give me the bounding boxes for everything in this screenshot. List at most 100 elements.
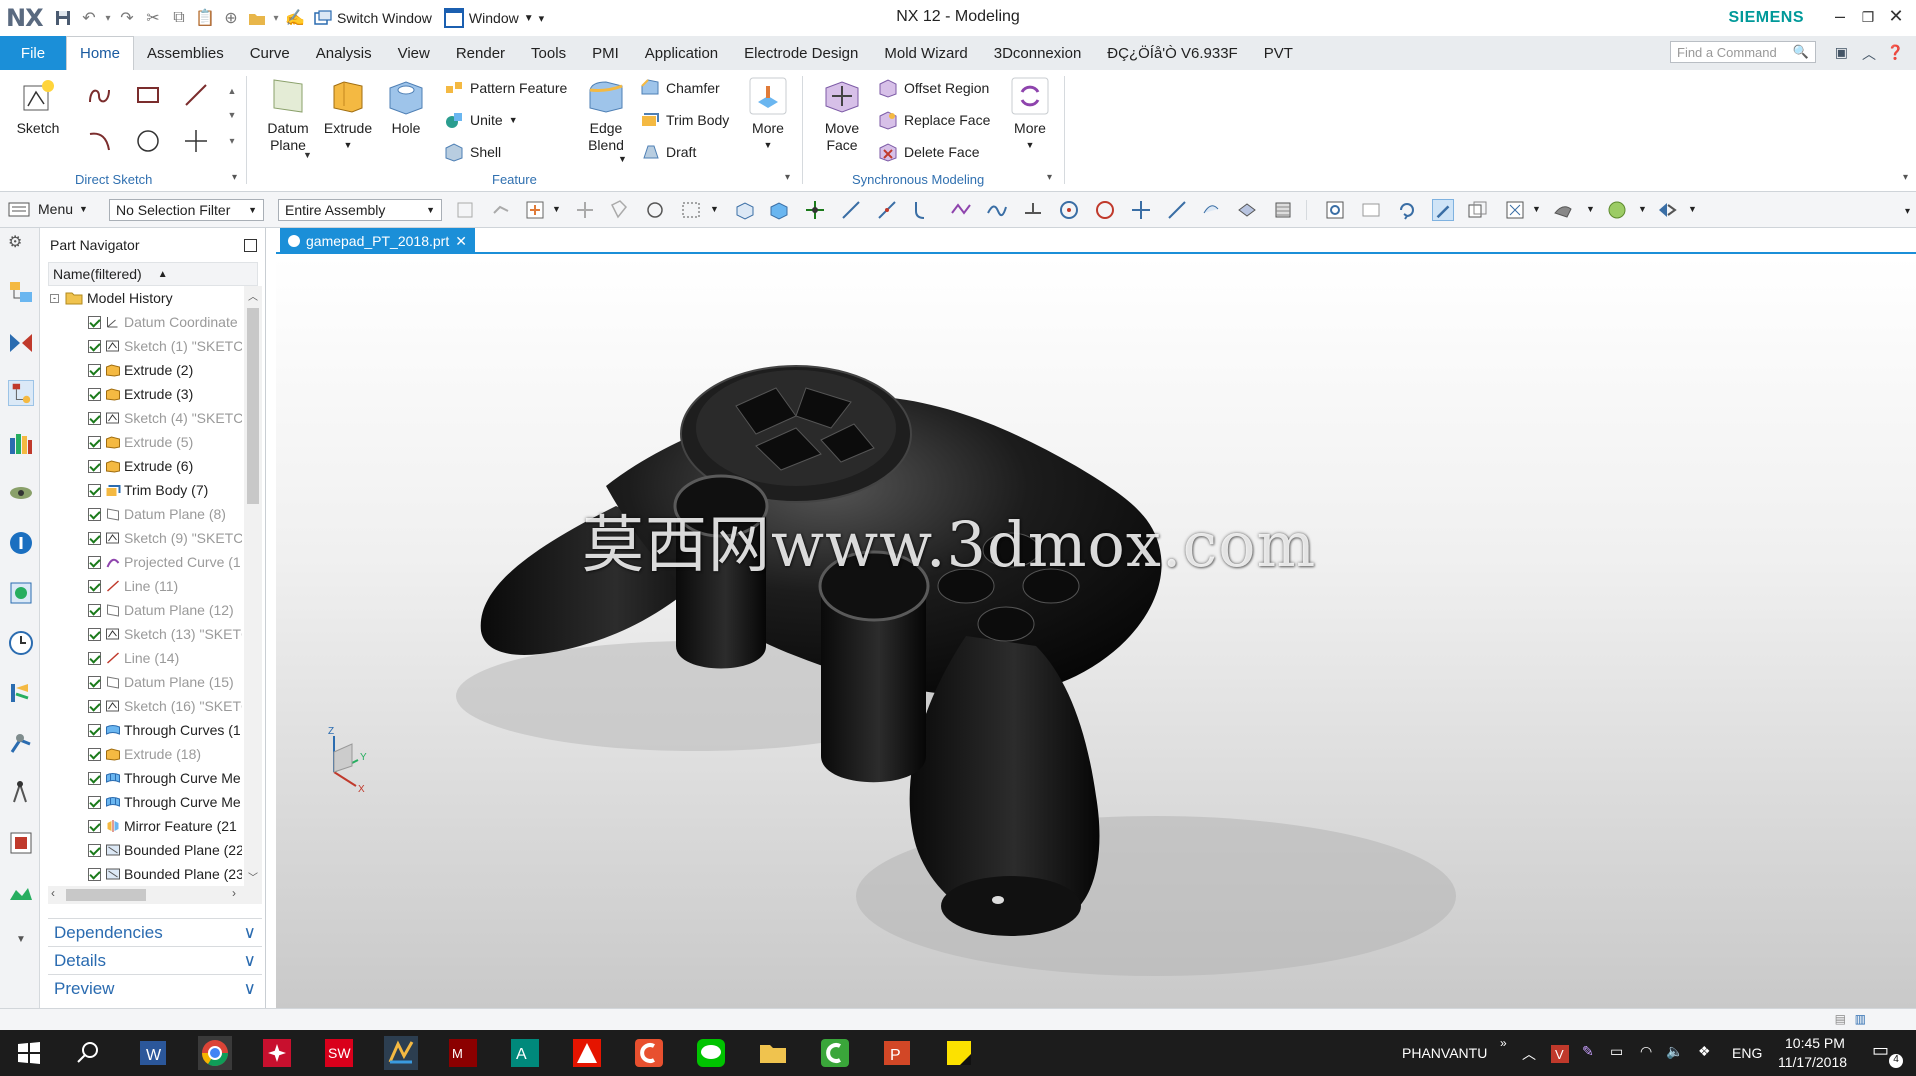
view-shaded-icon[interactable] — [768, 199, 790, 221]
document-tab[interactable]: gamepad_PT_2018.prt ✕ — [280, 228, 475, 254]
circle-icon[interactable] — [133, 126, 163, 156]
snap-face-icon[interactable] — [1200, 199, 1222, 221]
visibility-checkbox[interactable] — [88, 531, 101, 545]
tree-item[interactable]: Extrude (5) — [42, 430, 242, 454]
visibility-checkbox[interactable] — [88, 579, 101, 593]
extrude-dropdown-icon[interactable]: ▼ — [344, 137, 353, 154]
save-icon[interactable] — [50, 5, 76, 31]
tree-item[interactable]: Trim Body (7) — [42, 478, 242, 502]
scroll-down-icon[interactable]: ﹀ — [248, 869, 258, 884]
vertical-scrollbar[interactable]: ︿ ﹀ — [244, 286, 262, 886]
rectangle-select-icon[interactable] — [680, 199, 702, 221]
visibility-checkbox[interactable] — [88, 627, 101, 641]
preview-panel[interactable]: Preview ∨ — [48, 974, 262, 1002]
line-app-icon[interactable] — [694, 1036, 728, 1070]
visibility-checkbox[interactable] — [88, 363, 101, 377]
delete-face-button[interactable]: Delete Face — [878, 142, 979, 162]
close-tab-icon[interactable]: ✕ — [455, 233, 467, 250]
mastercam-app-icon[interactable]: M — [446, 1036, 480, 1070]
select-body-icon[interactable] — [644, 199, 666, 221]
clock-time[interactable]: 10:45 PM — [1785, 1035, 1845, 1051]
customize-quick-access-icon[interactable]: ▾ — [539, 12, 545, 25]
visibility-checkbox[interactable] — [88, 411, 101, 425]
details-panel[interactable]: Details ∨ — [48, 946, 262, 974]
view-wireframe-icon[interactable] — [734, 199, 756, 221]
extrude-button[interactable]: Extrude ▼ — [320, 76, 376, 154]
zoom-fit-icon[interactable] — [1324, 199, 1346, 221]
status-icon-b[interactable]: ▥ — [1855, 1012, 1866, 1026]
visibility-checkbox[interactable] — [88, 435, 101, 449]
history-icon[interactable] — [8, 630, 34, 656]
undo-icon[interactable]: ↶ — [76, 5, 102, 31]
assembly-navigator-icon[interactable] — [8, 280, 34, 306]
open-folder-icon[interactable] — [244, 5, 270, 31]
assembly-select-icon[interactable] — [454, 199, 476, 221]
scroll-left-icon[interactable]: ‹ — [51, 886, 55, 900]
chevron-down-icon[interactable]: ▼ — [1688, 204, 1697, 214]
trim-body-button[interactable]: Trim Body — [640, 110, 729, 130]
touch-mode-icon[interactable]: ✍ — [282, 5, 308, 31]
visibility-checkbox[interactable] — [88, 747, 101, 761]
tree-item[interactable]: Extrude (18) — [42, 742, 242, 766]
undo-dropdown-icon[interactable]: ▾ — [102, 5, 114, 31]
tree-item[interactable]: Sketch (1) "SKETCH — [42, 334, 242, 358]
tab-application[interactable]: Application — [632, 36, 731, 70]
unite-dropdown-icon[interactable]: ▼ — [509, 115, 518, 125]
orient-view-icon[interactable] — [1466, 199, 1488, 221]
find-command-input[interactable]: Find a Command 🔍 — [1670, 41, 1816, 63]
redo-icon[interactable]: ↷ — [114, 5, 140, 31]
visibility-checkbox[interactable] — [88, 555, 101, 569]
snap-grid-icon[interactable] — [804, 199, 826, 221]
snap-on-line-icon[interactable] — [1166, 199, 1188, 221]
constraint-navigator-icon[interactable] — [8, 330, 34, 356]
select-feature-icon[interactable] — [524, 199, 546, 221]
tree-item[interactable]: Datum Plane (15) — [42, 670, 242, 694]
full-screen-icon[interactable]: ▣ — [1835, 44, 1848, 61]
chevron-down-icon[interactable]: ▼ — [552, 204, 561, 214]
sketch-button[interactable]: Sketch — [10, 76, 66, 137]
snap-intersection-icon[interactable] — [950, 199, 972, 221]
zoom-window-icon[interactable] — [1360, 199, 1382, 221]
hole-button[interactable]: Hole — [380, 76, 432, 137]
sync-more-button[interactable]: More ▼ — [1006, 76, 1054, 154]
visibility-checkbox[interactable] — [88, 771, 101, 785]
resource-bar-settings-icon[interactable]: ⚙ — [8, 232, 34, 258]
selection-scope-dropdown[interactable]: Entire Assembly ▼ — [278, 199, 442, 221]
visibility-checkbox[interactable] — [88, 675, 101, 689]
menu-button[interactable]: Menu ▼ — [8, 200, 88, 218]
snap-mid-icon[interactable] — [876, 199, 898, 221]
cut-icon[interactable]: ✂ — [140, 5, 166, 31]
snap-point-icon[interactable] — [574, 199, 596, 221]
profile-icon[interactable] — [85, 80, 115, 110]
clock-date[interactable]: 11/17/2018 — [1778, 1054, 1847, 1070]
taskbar-expand-icon[interactable]: » — [1500, 1036, 1507, 1050]
tree-item[interactable]: Extrude (3) — [42, 382, 242, 406]
snap-curve-icon[interactable] — [986, 199, 1008, 221]
file-explorer-icon[interactable] — [756, 1036, 790, 1070]
tab-mold-wizard[interactable]: Mold Wizard — [871, 36, 980, 70]
visibility-checkbox[interactable] — [88, 603, 101, 617]
name-column-header[interactable]: Name(filtered) ▲ — [48, 262, 258, 286]
action-center-icon[interactable]: ▭ — [1872, 1040, 1889, 1061]
point-icon[interactable] — [181, 126, 211, 156]
tree-item[interactable]: Sketch (4) "SKETCH — [42, 406, 242, 430]
chevron-down-icon[interactable]: ▼ — [1586, 204, 1595, 214]
tab-3dconnexion[interactable]: 3Dconnexion — [981, 36, 1095, 70]
copy-icon[interactable]: ⧉ — [166, 5, 192, 31]
tree-item[interactable]: Bounded Plane (22 — [42, 838, 242, 862]
tree-item[interactable]: Projected Curve (1 — [42, 550, 242, 574]
sticky-notes-icon[interactable] — [942, 1036, 976, 1070]
camtasia-app-icon[interactable] — [632, 1036, 666, 1070]
selection-filter-dropdown[interactable]: No Selection Filter ▼ — [109, 199, 264, 221]
sketch-gallery-expand-icon[interactable]: ▾ — [225, 126, 239, 156]
nx-app-icon[interactable] — [384, 1036, 418, 1070]
show-hidden-icons[interactable]: ︿ — [1522, 1044, 1536, 1064]
ribbon-options-icon[interactable]: ▾ — [1903, 172, 1908, 183]
tree-item[interactable]: Mirror Feature (21 — [42, 814, 242, 838]
tree-item[interactable]: Datum Coordinate — [42, 310, 242, 334]
feature-options-icon[interactable]: ▾ — [785, 172, 790, 183]
tree-item[interactable]: Bounded Plane (23 — [42, 862, 242, 886]
section-view-icon[interactable] — [1272, 199, 1294, 221]
word-app-icon[interactable]: W — [136, 1036, 170, 1070]
visibility-checkbox[interactable] — [88, 387, 101, 401]
